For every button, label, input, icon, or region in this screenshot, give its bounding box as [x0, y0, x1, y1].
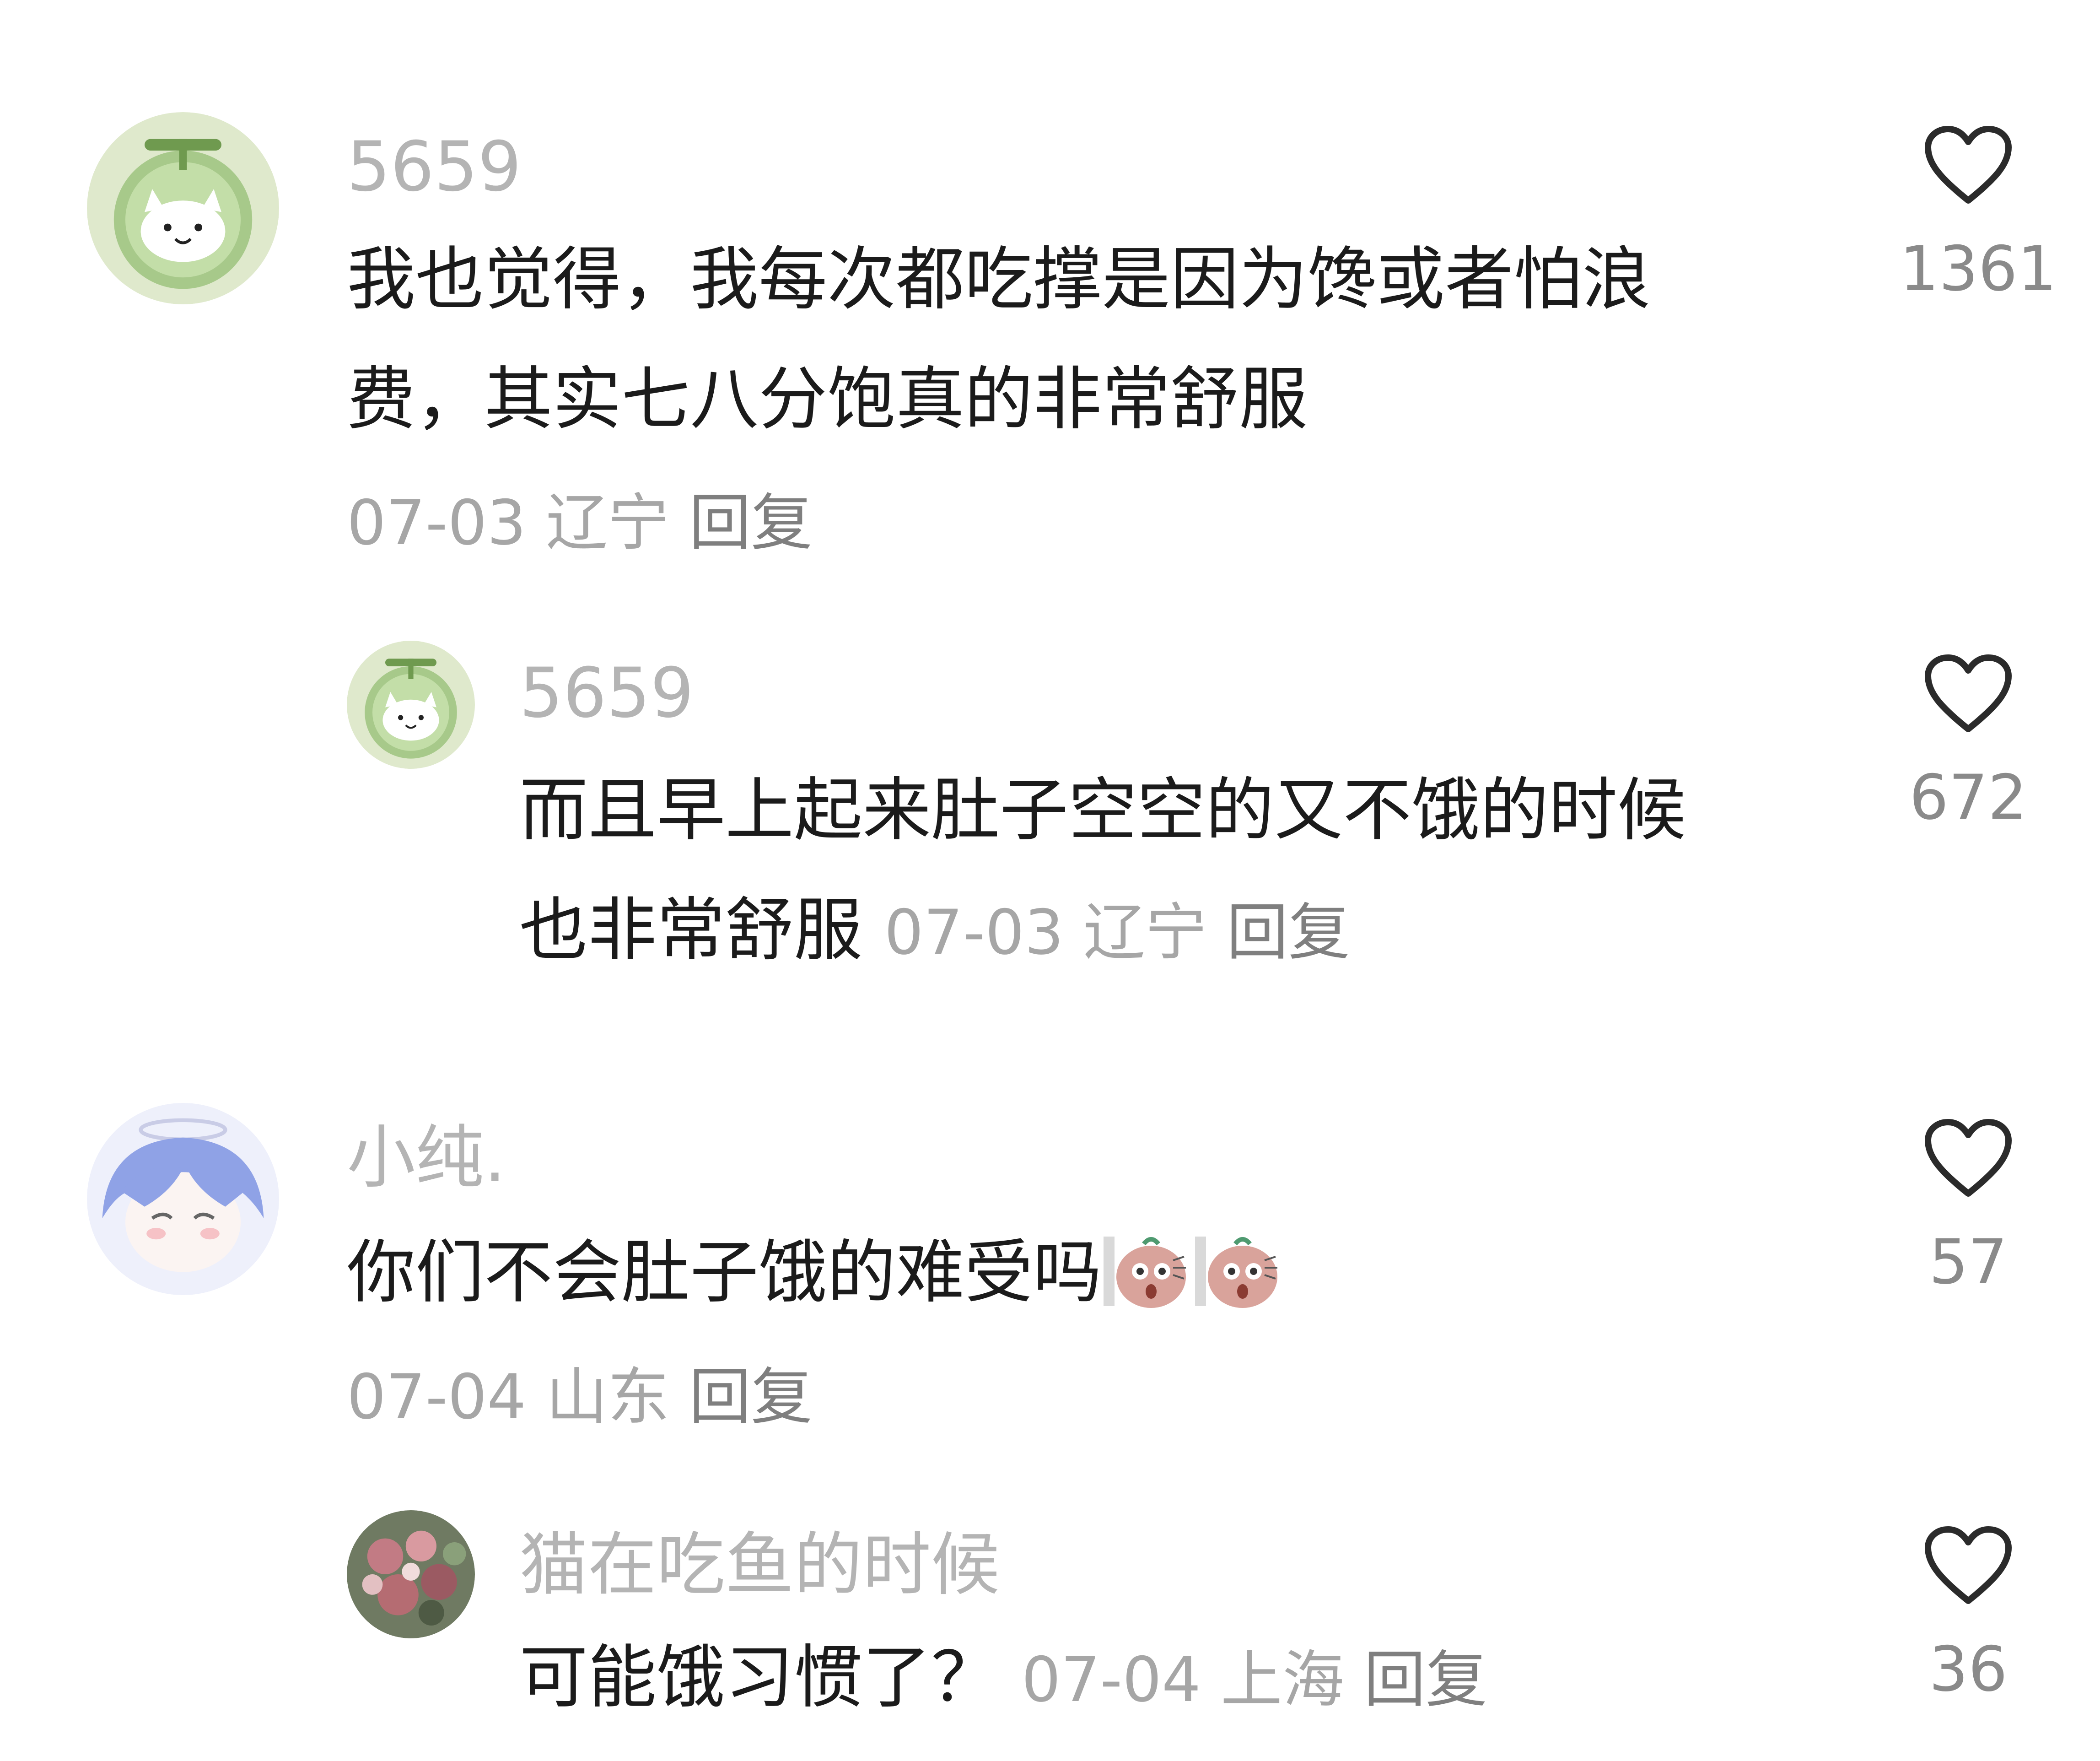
like-count: 672: [1909, 762, 2027, 833]
comment-text-line: 可能饿习惯了？ 07-04 上海 回复: [519, 1618, 1892, 1740]
like-count: 1361: [1900, 233, 2057, 305]
comment-text-body: 你们不会肚子饿的难受吗: [347, 1233, 1102, 1313]
like-count: 57: [1929, 1226, 2008, 1298]
comment-text-line: 我也觉得，我每次都吃撑是因为馋或者怕浪: [347, 240, 1651, 319]
melon-cat-avatar[interactable]: [87, 112, 279, 304]
username[interactable]: 5659: [519, 659, 694, 728]
username[interactable]: 5659: [347, 133, 522, 201]
comment-text: 你们不会肚子饿的难受吗: [347, 1213, 1811, 1333]
shocked-sticker: [1193, 1227, 1285, 1310]
shocked-sticker: [1102, 1227, 1193, 1310]
comment-text-tail: 也非常舒服: [519, 891, 863, 970]
like-count: 36: [1929, 1633, 2008, 1705]
comment-text-line: 而且早上起来肚子空空的又不饿的时候: [519, 771, 1686, 850]
comment-meta: 07-04 上海 回复: [1022, 1644, 1487, 1716]
reply-button[interactable]: 回复: [1227, 897, 1350, 968]
reply-button[interactable]: 回复: [689, 487, 813, 559]
comment-location: 辽宁: [546, 487, 670, 559]
photo-avatar[interactable]: [347, 1510, 475, 1638]
comment-meta: 07-04 山东 回复: [347, 1366, 813, 1428]
comment-text-line: 费，其实七八分饱真的非常舒服: [347, 360, 1308, 439]
melon-cat-avatar[interactable]: [347, 641, 475, 769]
heart-icon[interactable]: [1922, 652, 2014, 735]
heart-icon[interactable]: [1922, 1117, 2014, 1199]
comment-location: 上海: [1220, 1644, 1344, 1716]
like-button[interactable]: 36: [1900, 1524, 2037, 1700]
anime-girl-avatar[interactable]: [87, 1103, 279, 1295]
comment-text: 而且早上起来肚子空空的又不饿的时候 也非常舒服 07-03 辽宁 回复: [519, 751, 1846, 993]
comment-location: 辽宁: [1083, 897, 1207, 968]
comment-meta: 07-03 辽宁 回复: [884, 897, 1350, 968]
comment-date: 07-04: [1021, 1644, 1201, 1716]
comment-date: 07-03: [884, 897, 1064, 968]
comment-date: 07-03: [347, 487, 527, 559]
comment-meta: 07-03 辽宁 回复: [347, 492, 813, 554]
comment-text-line: 你们不会肚子饿的难受吗: [347, 1213, 1811, 1333]
username[interactable]: 猫在吃鱼的时候: [519, 1531, 1000, 1599]
comment-date: 07-04: [347, 1361, 527, 1433]
heart-icon[interactable]: [1922, 124, 2014, 206]
heart-icon[interactable]: [1922, 1524, 2014, 1606]
comment-text: 我也觉得，我每次都吃撑是因为馋或者怕浪 费，其实七八分饱真的非常舒服: [347, 220, 1811, 459]
comment-text-line: 也非常舒服 07-03 辽宁 回复: [519, 870, 1846, 993]
like-button[interactable]: 1361: [1900, 124, 2057, 305]
like-button[interactable]: 57: [1900, 1117, 2037, 1293]
comment-text-body: 可能饿习惯了？: [519, 1638, 1000, 1718]
reply-button[interactable]: 回复: [1364, 1644, 1487, 1716]
comment-text: 可能饿习惯了？ 07-04 上海 回复: [519, 1618, 1892, 1740]
like-button[interactable]: 672: [1900, 652, 2037, 828]
reply-button[interactable]: 回复: [689, 1361, 813, 1433]
comment-location: 山东: [546, 1361, 670, 1433]
username[interactable]: 小纯.: [347, 1124, 506, 1192]
